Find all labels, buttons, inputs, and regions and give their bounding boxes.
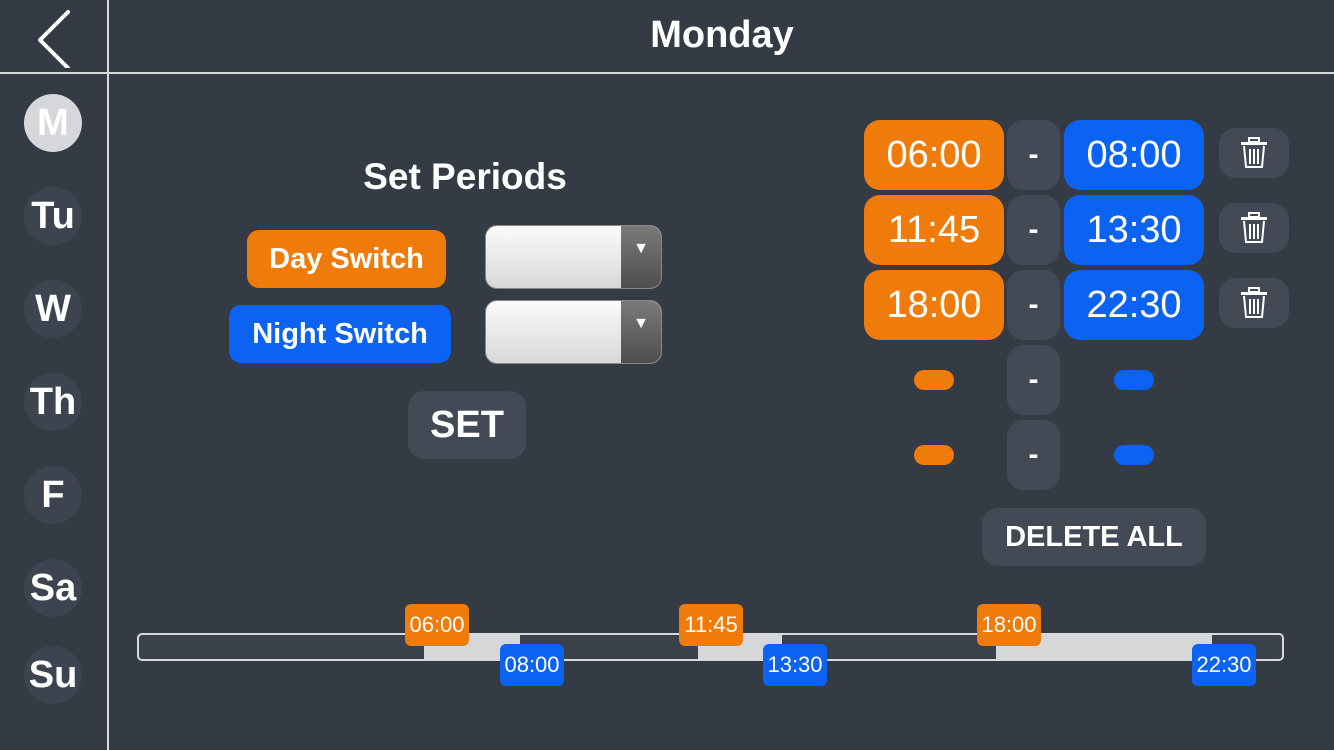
period-3-separator: - <box>1007 270 1060 340</box>
period-2-start[interactable]: 11:45 <box>864 195 1004 265</box>
timeline-end-tag-3: 22:30 <box>1192 644 1256 686</box>
period-2-separator: - <box>1007 195 1060 265</box>
period-4-end[interactable] <box>1114 370 1154 390</box>
day-switch-label: Day Switch <box>247 230 446 288</box>
period-1-start[interactable]: 06:00 <box>864 120 1004 190</box>
period-5-separator: - <box>1007 420 1060 490</box>
timeline-start-tag-3: 18:00 <box>977 604 1041 646</box>
trash-icon <box>1241 287 1267 318</box>
night-switch-select[interactable]: ▼ <box>485 300 662 364</box>
day-switch-select[interactable]: ▼ <box>485 225 662 289</box>
sidebar-divider <box>107 0 109 750</box>
dropdown-arrow-icon: ▼ <box>621 301 661 363</box>
delete-all-button[interactable]: DELETE ALL <box>982 508 1206 566</box>
delete-period-1-button[interactable] <box>1219 128 1289 178</box>
period-5-start[interactable] <box>914 445 954 465</box>
chevron-left-icon <box>38 10 70 70</box>
period-4-separator: - <box>1007 345 1060 415</box>
day-button-thursday[interactable]: Th <box>24 373 82 431</box>
day-button-saturday[interactable]: Sa <box>24 559 82 617</box>
trash-icon <box>1241 212 1267 243</box>
day-button-wednesday[interactable]: W <box>24 280 82 338</box>
trash-icon <box>1241 137 1267 168</box>
day-button-tuesday[interactable]: Tu <box>24 187 82 245</box>
period-2-end[interactable]: 13:30 <box>1064 195 1204 265</box>
period-3-start[interactable]: 18:00 <box>864 270 1004 340</box>
set-button[interactable]: SET <box>408 391 526 459</box>
back-button[interactable] <box>28 8 80 70</box>
set-periods-heading: Set Periods <box>363 156 567 197</box>
period-1-end[interactable]: 08:00 <box>1064 120 1204 190</box>
day-button-monday[interactable]: M <box>24 94 82 152</box>
dropdown-arrow-icon: ▼ <box>621 226 661 288</box>
delete-period-2-button[interactable] <box>1219 203 1289 253</box>
night-switch-label: Night Switch <box>229 305 451 363</box>
timeline-end-tag-1: 08:00 <box>500 644 564 686</box>
timeline-start-tag-2: 11:45 <box>679 604 743 646</box>
day-button-sunday[interactable]: Su <box>24 646 82 704</box>
timeline-start-tag-1: 06:00 <box>405 604 469 646</box>
delete-period-3-button[interactable] <box>1219 278 1289 328</box>
period-3-end[interactable]: 22:30 <box>1064 270 1204 340</box>
timeline-end-tag-2: 13:30 <box>763 644 827 686</box>
period-4-start[interactable] <box>914 370 954 390</box>
page-title: Monday <box>650 14 794 56</box>
header-divider <box>0 72 1334 74</box>
period-5-end[interactable] <box>1114 445 1154 465</box>
period-1-separator: - <box>1007 120 1060 190</box>
day-button-friday[interactable]: F <box>24 466 82 524</box>
